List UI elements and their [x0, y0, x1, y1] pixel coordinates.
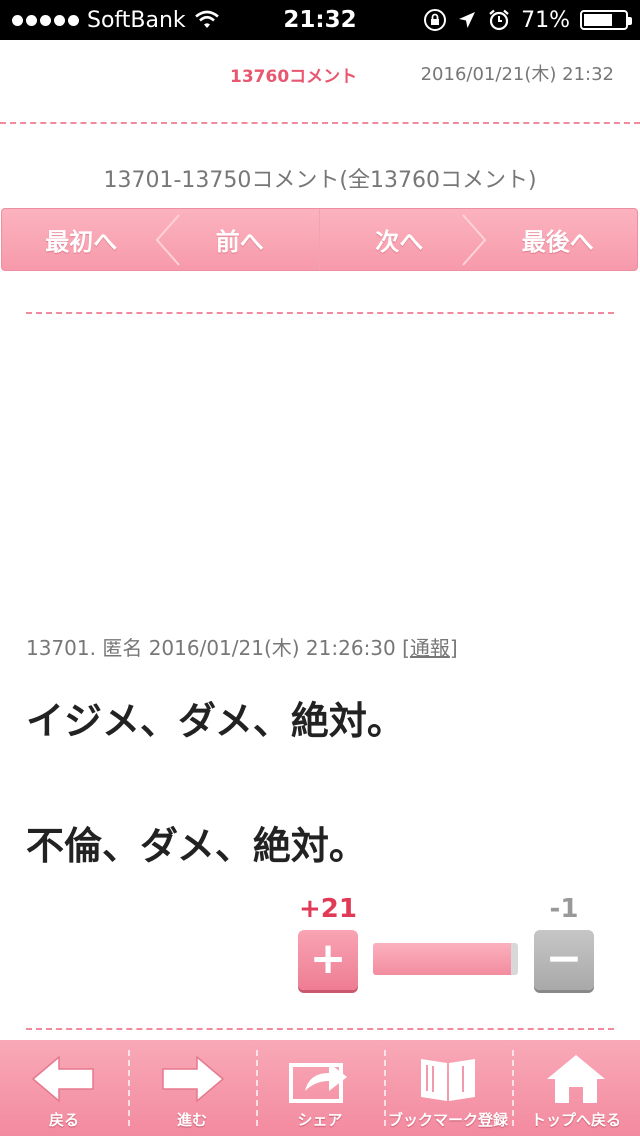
- pager-first-button[interactable]: 最初へ: [2, 209, 161, 270]
- share-icon: [289, 1063, 347, 1103]
- post-datetime: 2016/01/21(木) 21:32: [420, 64, 614, 85]
- bottom-toolbar: 戻る 進む シェア ブックマーク登録 トップへ戻る: [0, 1040, 640, 1136]
- report-link[interactable]: 通報: [410, 636, 450, 660]
- pager-prev-label: 前へ: [215, 228, 264, 256]
- forward-button[interactable]: 進む: [128, 1040, 256, 1136]
- back-label: 戻る: [48, 1111, 79, 1129]
- minus-vote-count: -1: [549, 894, 579, 924]
- share-button[interactable]: シェア: [256, 1040, 384, 1136]
- battery-level: [584, 14, 613, 26]
- plus-vote-button[interactable]: +: [298, 930, 358, 990]
- pager-last-button[interactable]: 最後へ: [479, 209, 638, 270]
- pager-next-button[interactable]: 次へ: [319, 209, 486, 270]
- chevron-left-icon: [155, 214, 180, 266]
- alarm-icon: [489, 9, 509, 31]
- bookmark-button[interactable]: ブックマーク登録: [384, 1040, 512, 1136]
- share-label: シェア: [297, 1111, 343, 1129]
- location-arrow-icon: [459, 12, 476, 28]
- back-button[interactable]: 戻る: [0, 1040, 128, 1136]
- battery-percent: 71%: [521, 7, 570, 33]
- top-button[interactable]: トップへ戻る: [512, 1040, 640, 1136]
- comment-body-line: 不倫、ダメ、絶対。: [26, 824, 367, 868]
- pager-last-label: 最後へ: [521, 228, 594, 256]
- pager: 最初へ 前へ 次へ 最後へ: [1, 208, 638, 271]
- comment-range-title: 13701-13750コメント(全13760コメント): [103, 168, 537, 193]
- forward-label: 進む: [176, 1111, 207, 1129]
- comment-body-line: イジメ、ダメ、絶対。: [26, 699, 405, 743]
- pager-next-label: 次へ: [375, 228, 424, 256]
- status-right: 71%: [423, 0, 632, 40]
- rotation-lock-icon: [424, 9, 447, 31]
- comment-count[interactable]: 13760コメント: [230, 62, 357, 87]
- home-icon: [547, 1055, 605, 1103]
- pager-prev-button[interactable]: 前へ: [155, 209, 320, 270]
- comment-meta: 13701. 匿名 2016/01/21(木) 21:26:30 [通報]: [26, 632, 458, 661]
- battery-icon: [580, 10, 632, 30]
- plus-vote-count: +21: [299, 894, 357, 924]
- vote-ratio-fill: [373, 943, 511, 975]
- arrow-left-icon: [31, 1055, 94, 1103]
- arrow-right-icon: [162, 1055, 225, 1103]
- status-bar: SoftBank 21:32 71%: [0, 0, 640, 40]
- bookmark-label: ブックマーク登録: [387, 1111, 508, 1129]
- vote-ratio-bar: [373, 943, 518, 975]
- divider: [0, 122, 640, 124]
- comment-meta-text: 13701. 匿名 2016/01/21(木) 21:26:30 [: [26, 636, 410, 660]
- minus-vote-button[interactable]: −: [534, 930, 594, 990]
- book-icon: [421, 1059, 475, 1101]
- divider: [26, 1028, 614, 1030]
- comment-meta-end: ]: [449, 636, 458, 660]
- pager-first-label: 最初へ: [45, 228, 118, 256]
- top-label: トップへ戻る: [530, 1111, 621, 1129]
- divider: [26, 312, 614, 314]
